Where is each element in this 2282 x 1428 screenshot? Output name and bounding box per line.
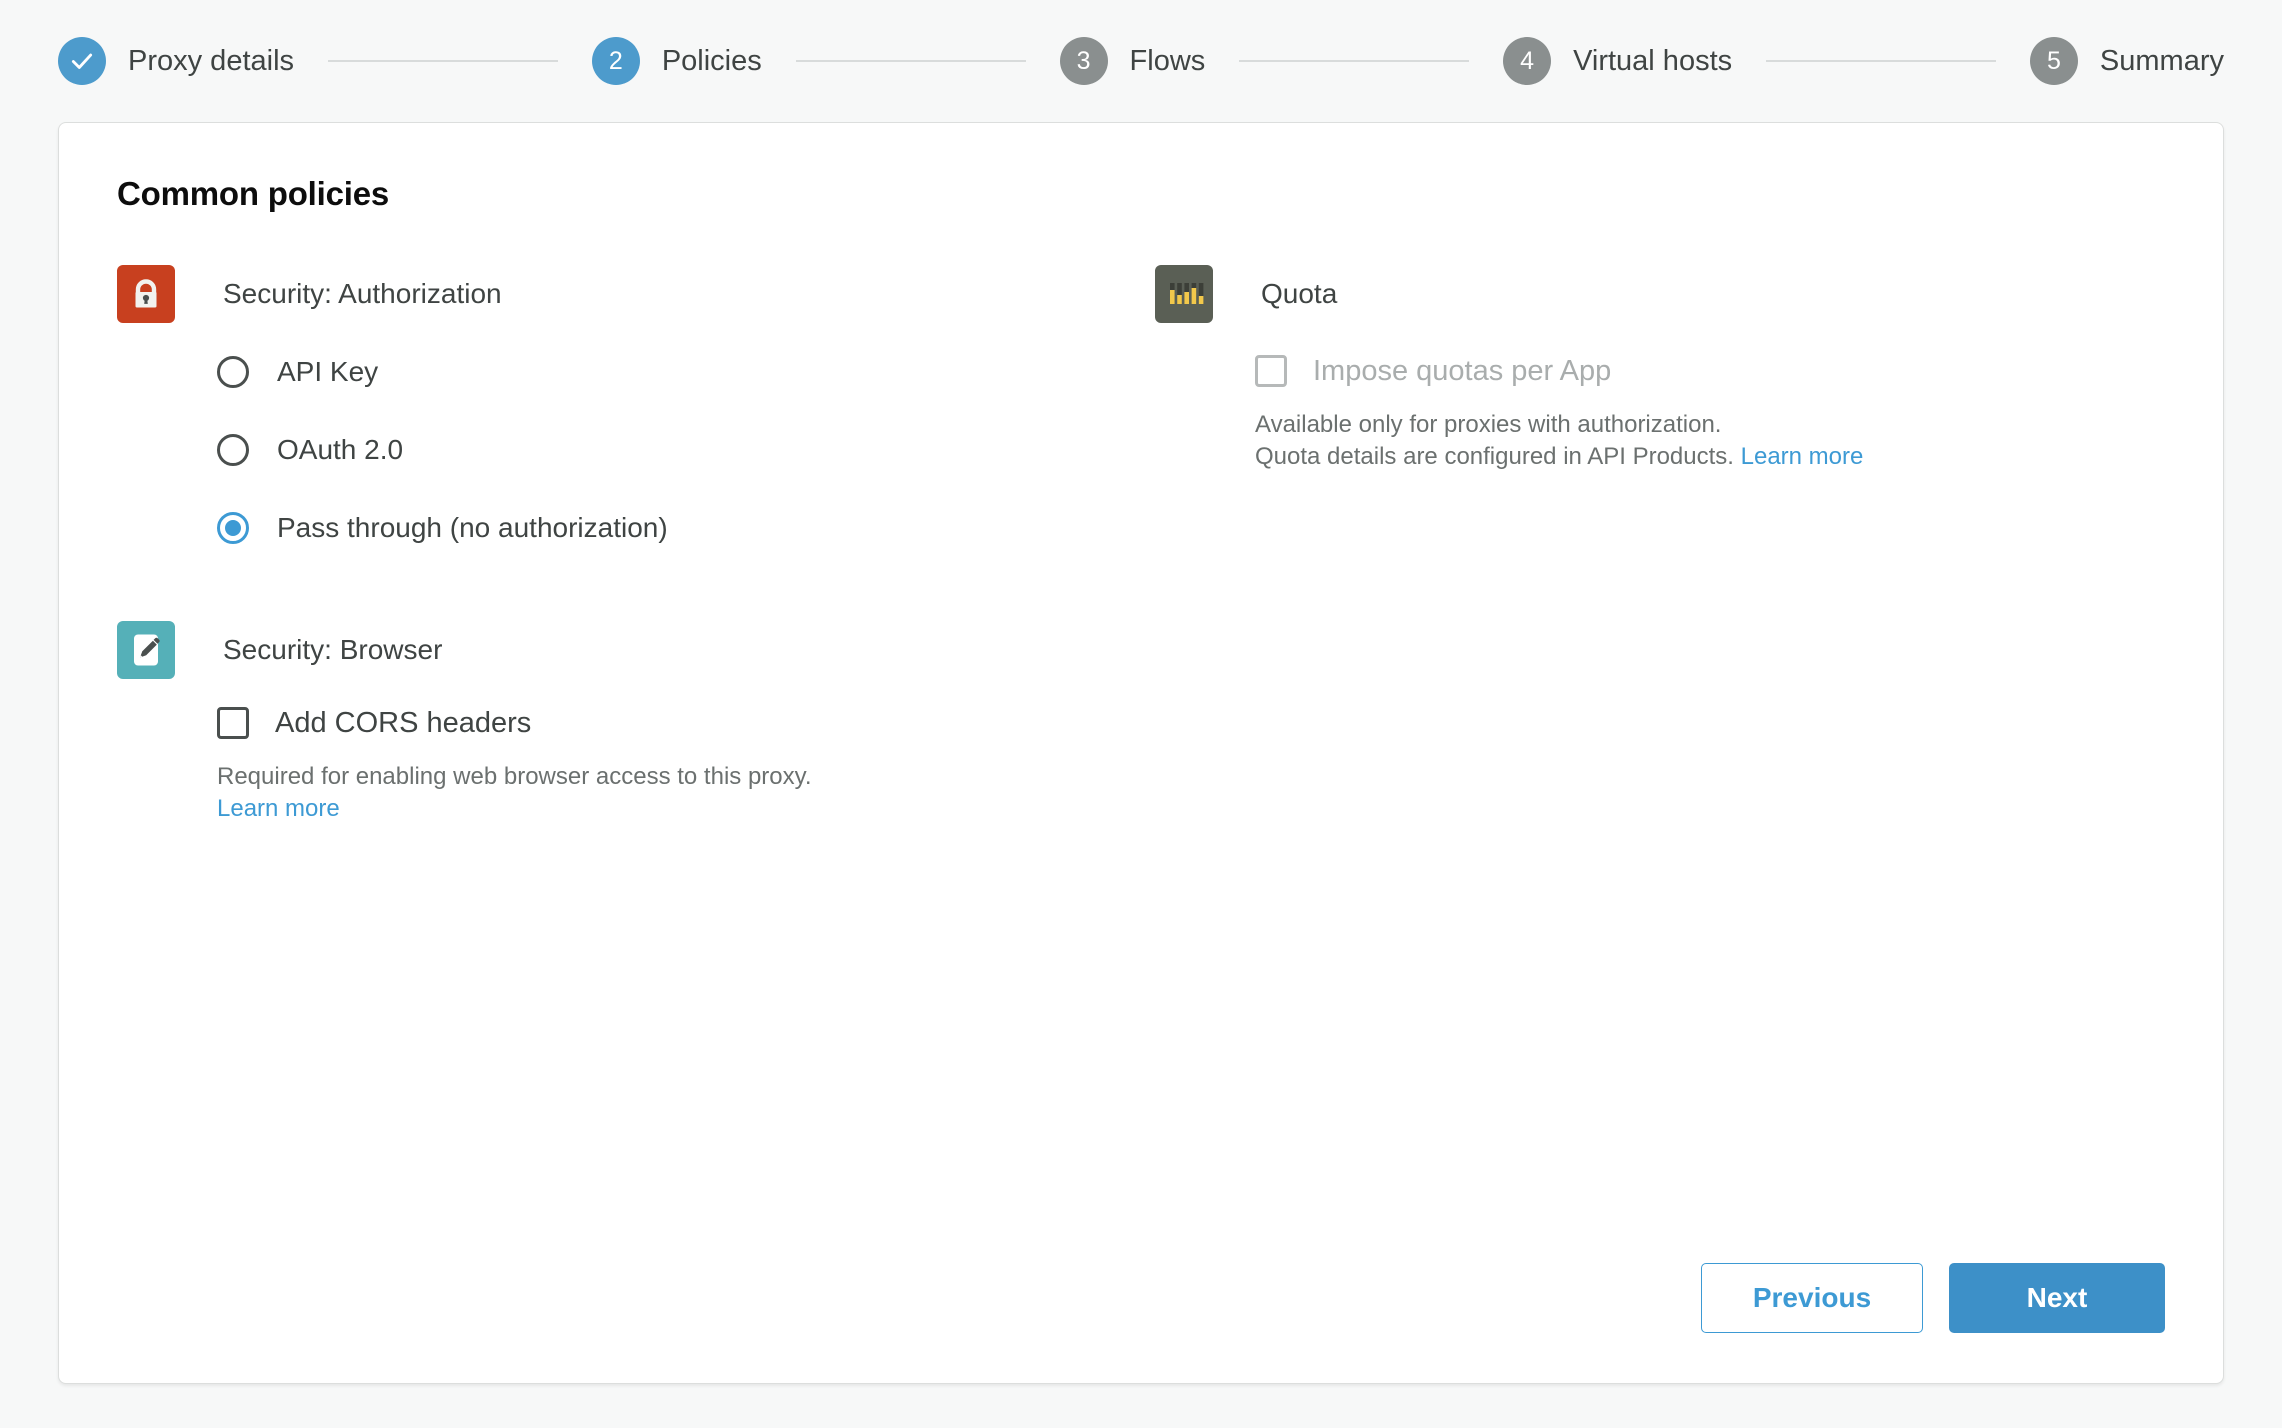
checkbox-row-impose-quotas[interactable]: Impose quotas per App xyxy=(1255,349,2165,393)
step-connector-1 xyxy=(328,60,558,62)
wizard-stepper: Proxy details 2 Policies 3 Flows 4 Virtu… xyxy=(0,0,2282,122)
browser-help-text: Required for enabling web browser access… xyxy=(217,761,1127,825)
radio-api-key[interactable] xyxy=(217,356,249,388)
step-flows[interactable]: 3 Flows xyxy=(1059,37,1206,85)
step-label-3: Flows xyxy=(1129,44,1206,77)
browser-title: Security: Browser xyxy=(223,634,443,665)
pencil-icon xyxy=(117,621,175,679)
radio-option-oauth[interactable]: OAuth 2.0 xyxy=(217,423,1127,477)
step-marker-4: 4 xyxy=(1503,37,1552,85)
step-marker-1 xyxy=(58,37,106,85)
radio-option-pass-through[interactable]: Pass through (no authorization) xyxy=(217,501,1127,555)
policy-group-browser: Security: Browser Add CORS headers Requi… xyxy=(117,621,1127,825)
page-title: Common policies xyxy=(117,175,390,212)
policies-columns: Security: Authorization API Key OAuth 2.… xyxy=(117,265,2165,891)
quota-options: Impose quotas per App Available only for… xyxy=(1155,349,2165,473)
step-summary[interactable]: 5 Summary xyxy=(2029,37,2224,85)
step-connector-4 xyxy=(1766,60,1996,62)
step-marker-3: 3 xyxy=(1059,37,1108,85)
step-virtual-hosts[interactable]: 4 Virtual hosts xyxy=(1503,37,1732,85)
checkbox-add-cors-headers[interactable] xyxy=(217,707,249,739)
step-label-5: Summary xyxy=(2099,44,2224,77)
step-proxy-details[interactable]: Proxy details xyxy=(58,37,294,85)
radio-pass-through[interactable] xyxy=(217,512,249,544)
step-label-4: Virtual hosts xyxy=(1573,44,1733,77)
authorization-options: API Key OAuth 2.0 Pass through (no autho… xyxy=(117,345,1127,555)
left-column: Security: Authorization API Key OAuth 2.… xyxy=(117,265,1127,891)
browser-options: Add CORS headers Required for enabling w… xyxy=(117,701,1127,825)
quota-bars-icon xyxy=(1155,265,1213,323)
next-button[interactable]: Next xyxy=(1949,1263,2165,1333)
lock-icon xyxy=(117,265,175,323)
step-marker-2: 2 xyxy=(591,37,640,85)
authorization-header: Security: Authorization xyxy=(117,265,1127,323)
step-policies[interactable]: 2 Policies xyxy=(591,37,762,85)
browser-learn-more-link[interactable]: Learn more xyxy=(217,795,340,822)
checkbox-label-add-cors-headers: Add CORS headers xyxy=(275,706,532,739)
previous-button[interactable]: Previous xyxy=(1701,1263,1923,1333)
quota-help-line-2-wrap: Quota details are configured in API Prod… xyxy=(1255,441,2165,473)
step-label-1: Proxy details xyxy=(128,44,295,77)
quota-help-line-2: Quota details are configured in API Prod… xyxy=(1255,442,1734,470)
checkbox-impose-quotas-per-app[interactable] xyxy=(1255,355,1287,387)
step-connector-3 xyxy=(1239,60,1470,62)
common-policies-card: Common policies Security: Authorization xyxy=(58,122,2224,1384)
radio-oauth[interactable] xyxy=(217,434,249,466)
step-connector-2 xyxy=(795,60,1026,62)
radio-option-api-key[interactable]: API Key xyxy=(217,345,1127,399)
quota-header: Quota xyxy=(1155,265,2165,323)
radio-label-api-key: API Key xyxy=(277,356,379,387)
radio-label-pass-through: Pass through (no authorization) xyxy=(277,512,668,543)
browser-header: Security: Browser xyxy=(117,621,1127,679)
policy-group-authorization: Security: Authorization API Key OAuth 2.… xyxy=(117,265,1127,555)
checkbox-label-impose-quotas-per-app: Impose quotas per App xyxy=(1313,354,1612,387)
radio-label-oauth: OAuth 2.0 xyxy=(277,434,404,465)
step-marker-5: 5 xyxy=(2029,37,2078,85)
step-label-2: Policies xyxy=(661,44,762,77)
authorization-title: Security: Authorization xyxy=(223,278,502,309)
check-icon xyxy=(71,53,93,69)
checkbox-row-cors[interactable]: Add CORS headers xyxy=(217,701,1127,745)
browser-help-line: Required for enabling web browser access… xyxy=(217,763,812,790)
quota-help-text: Available only for proxies with authoriz… xyxy=(1255,409,2165,473)
quota-learn-more-link[interactable]: Learn more xyxy=(1741,443,1864,470)
quota-help-line-1: Available only for proxies with authoriz… xyxy=(1255,411,1722,438)
policy-group-quota: Quota Impose quotas per App Available on… xyxy=(1155,265,2165,473)
quota-title: Quota xyxy=(1261,278,1338,309)
right-column: Quota Impose quotas per App Available on… xyxy=(1127,265,2165,891)
wizard-actions: Previous Next xyxy=(1701,1263,2165,1333)
